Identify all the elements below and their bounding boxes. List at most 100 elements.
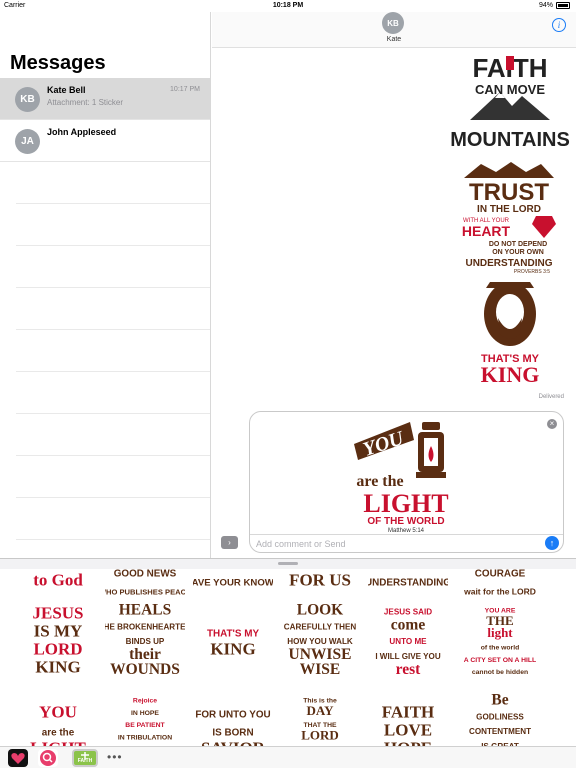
sticker-text: WOUNDS bbox=[110, 661, 180, 678]
sticker-text: CAREFULLY THEN bbox=[284, 622, 357, 631]
sticker-text: KING bbox=[481, 362, 540, 387]
jesus-portrait-icon bbox=[484, 282, 536, 346]
sticker-text: SAVE YOUR KNOWN bbox=[193, 577, 273, 588]
drawer-sticker[interactable]: YOU ARETHElightof the worldA CITY SET ON… bbox=[460, 599, 540, 679]
empty-row bbox=[16, 330, 210, 372]
sticker-text: THE BROKENHEARTED bbox=[105, 622, 185, 631]
empty-row bbox=[16, 456, 210, 498]
empty-row bbox=[16, 414, 210, 456]
sticker-drawer: to GodGOOD NEWSWHO PUBLISHES PEACESAVE Y… bbox=[0, 558, 576, 746]
sticker-text: HEART bbox=[462, 223, 511, 239]
sticker-text: UNTO ME bbox=[389, 637, 427, 646]
sticker-text: HOW YOU WALK bbox=[287, 637, 353, 646]
remove-sticker-icon[interactable]: × bbox=[547, 419, 557, 429]
send-button[interactable]: ↑ bbox=[545, 536, 559, 550]
sticker-grid: to GodGOOD NEWSWHO PUBLISHES PEACESAVE Y… bbox=[0, 569, 576, 747]
sticker-text: of the world bbox=[481, 645, 520, 652]
compose-box[interactable]: YOU are the LIGHT OF THE WORLD Matthew 5… bbox=[249, 411, 564, 553]
sticker-text: UNDERSTANDING bbox=[465, 258, 552, 269]
comment-input[interactable] bbox=[256, 537, 536, 550]
sticker-text: LOVE bbox=[384, 720, 432, 739]
sticker-text: rest bbox=[396, 661, 422, 678]
avatar: KB bbox=[15, 87, 40, 112]
conversation-preview: Attachment: 1 Sticker bbox=[47, 98, 123, 107]
conversation-name: John Appleseed bbox=[47, 127, 116, 137]
empty-row bbox=[16, 246, 210, 288]
sticker-text: ON YOUR OWN bbox=[492, 249, 544, 256]
sticker-text: GOOD NEWS bbox=[114, 569, 177, 579]
conversation-john-appleseed[interactable]: JA John Appleseed bbox=[0, 120, 210, 162]
faith-app-icon[interactable]: FAITH bbox=[72, 749, 98, 767]
drawer-sticker[interactable]: JESUSIS MYLORDKING bbox=[18, 599, 98, 679]
drawer-sticker[interactable]: JESUS SAIDcome UNTO ME I WILL GIVE YOUrest bbox=[368, 599, 448, 679]
sticker-text: WHO PUBLISHES PEACE bbox=[105, 587, 185, 596]
sticker-text: OF THE WORLD bbox=[367, 516, 444, 527]
conversation-time: 10:17 PM bbox=[170, 86, 200, 93]
sticker-text: CAN MOVE bbox=[475, 82, 545, 97]
message-thread: KB Kate i FAITH CAN MOVE MOUNTAINS TRUST… bbox=[212, 12, 576, 558]
sticker-text: Rejoice bbox=[133, 698, 157, 705]
battery-percent: 94% bbox=[539, 2, 553, 9]
sticker-text: JESUS SAID bbox=[384, 608, 432, 617]
sticker-text: YOU bbox=[360, 427, 407, 461]
battery-icon bbox=[556, 2, 570, 9]
heart-gem-icon bbox=[532, 216, 556, 238]
drawer-sticker[interactable]: RejoiceIN HOPEBE PATIENTIN TRIBULATIONBE… bbox=[105, 689, 185, 747]
empty-row bbox=[16, 204, 210, 246]
more-apps-icon[interactable]: ••• bbox=[107, 750, 123, 764]
sticker-text: KING bbox=[210, 639, 255, 658]
sticker-text: COURAGE bbox=[475, 569, 526, 579]
sticker-text: IS MY bbox=[34, 621, 83, 640]
avatar: JA bbox=[15, 129, 40, 154]
sticker-text: BE PATIENT bbox=[125, 722, 165, 729]
sticker-trust-lord[interactable]: TRUST IN THE LORD WITH ALL YOUR HEART DO… bbox=[456, 160, 562, 276]
drawer-sticker[interactable]: LOOKCAREFULLY THENHOW YOU WALKUNWISEWISE bbox=[280, 599, 360, 679]
sticker-text: wait for the LORD bbox=[463, 586, 536, 596]
sticker-text: KING bbox=[35, 657, 80, 676]
search-stickers-icon[interactable] bbox=[38, 749, 58, 767]
conversation-name: Kate Bell bbox=[47, 85, 86, 95]
sticker-text: THAT'S MY bbox=[207, 628, 259, 639]
expand-apps-button[interactable]: › bbox=[221, 536, 238, 549]
sticker-text: LIGHT bbox=[363, 489, 448, 518]
drawer-sticker[interactable]: This is theDAYTHAT THELORDHAS MADEREJOIC… bbox=[280, 689, 360, 747]
sticker-faith-mountains[interactable]: FAITH CAN MOVE MOUNTAINS bbox=[450, 52, 570, 152]
sticker-text: IS BORN bbox=[212, 727, 253, 738]
info-icon[interactable]: i bbox=[552, 18, 566, 32]
sticker-text: FOR US bbox=[289, 570, 351, 589]
staged-sticker-you-are-the-light[interactable]: YOU are the LIGHT OF THE WORLD Matthew 5… bbox=[350, 416, 462, 534]
status-bar: Carrier 10:18 PM 94% bbox=[0, 0, 576, 12]
delivered-label: Delivered bbox=[539, 394, 564, 400]
conversation-kate-bell[interactable]: KB Kate Bell Attachment: 1 Sticker 10:17… bbox=[0, 78, 210, 120]
contact-avatar[interactable]: KB bbox=[382, 12, 404, 34]
heart-app-icon[interactable] bbox=[8, 749, 28, 767]
sticker-text: LOOK bbox=[297, 602, 344, 619]
drawer-sticker[interactable]: BeGODLINESSCONTENTMENTIS GREATGAIN bbox=[460, 689, 540, 747]
drawer-sticker[interactable]: YOUare theLIGHT bbox=[18, 689, 98, 747]
messages-title: Messages bbox=[0, 12, 210, 78]
compose-divider bbox=[250, 534, 563, 535]
sticker-thats-my-king[interactable]: THAT'S MY KING bbox=[472, 278, 548, 390]
sticker-text: IN THE LORD bbox=[477, 204, 541, 215]
sticker-text: MOUNTAINS bbox=[450, 129, 570, 151]
drawer-sticker[interactable]: FAITHLOVEHOPE bbox=[368, 689, 448, 747]
empty-row bbox=[16, 498, 210, 540]
sticker-text: come bbox=[391, 616, 426, 633]
sticker-text: Be bbox=[491, 692, 508, 709]
sticker-text: YOU bbox=[39, 702, 77, 721]
empty-row bbox=[16, 288, 210, 330]
sticker-text: IN HOPE bbox=[131, 710, 159, 717]
drawer-handle[interactable] bbox=[278, 562, 298, 565]
drawer-sticker[interactable]: FOR UNTO YOUIS BORNSAVIOR bbox=[193, 689, 273, 747]
drawer-sticker[interactable]: HEALSTHE BROKENHEARTEDBINDS UPtheirWOUND… bbox=[105, 599, 185, 679]
empty-row bbox=[16, 162, 210, 204]
status-time: 10:18 PM bbox=[0, 2, 576, 9]
sticker-text: CONTENTMENT bbox=[469, 727, 531, 736]
sticker-text: DO NOT DEPEND bbox=[489, 241, 547, 248]
sticker-text: LORD bbox=[33, 639, 82, 658]
sticker-text: FOR UNTO YOU bbox=[195, 709, 270, 720]
contact-name[interactable]: Kate bbox=[212, 36, 576, 43]
drawer-sticker[interactable]: THAT'S MYKING bbox=[193, 599, 273, 679]
sticker-text: IN TRIBULATION bbox=[118, 735, 172, 742]
sticker-text: I WILL GIVE YOU bbox=[375, 652, 441, 661]
